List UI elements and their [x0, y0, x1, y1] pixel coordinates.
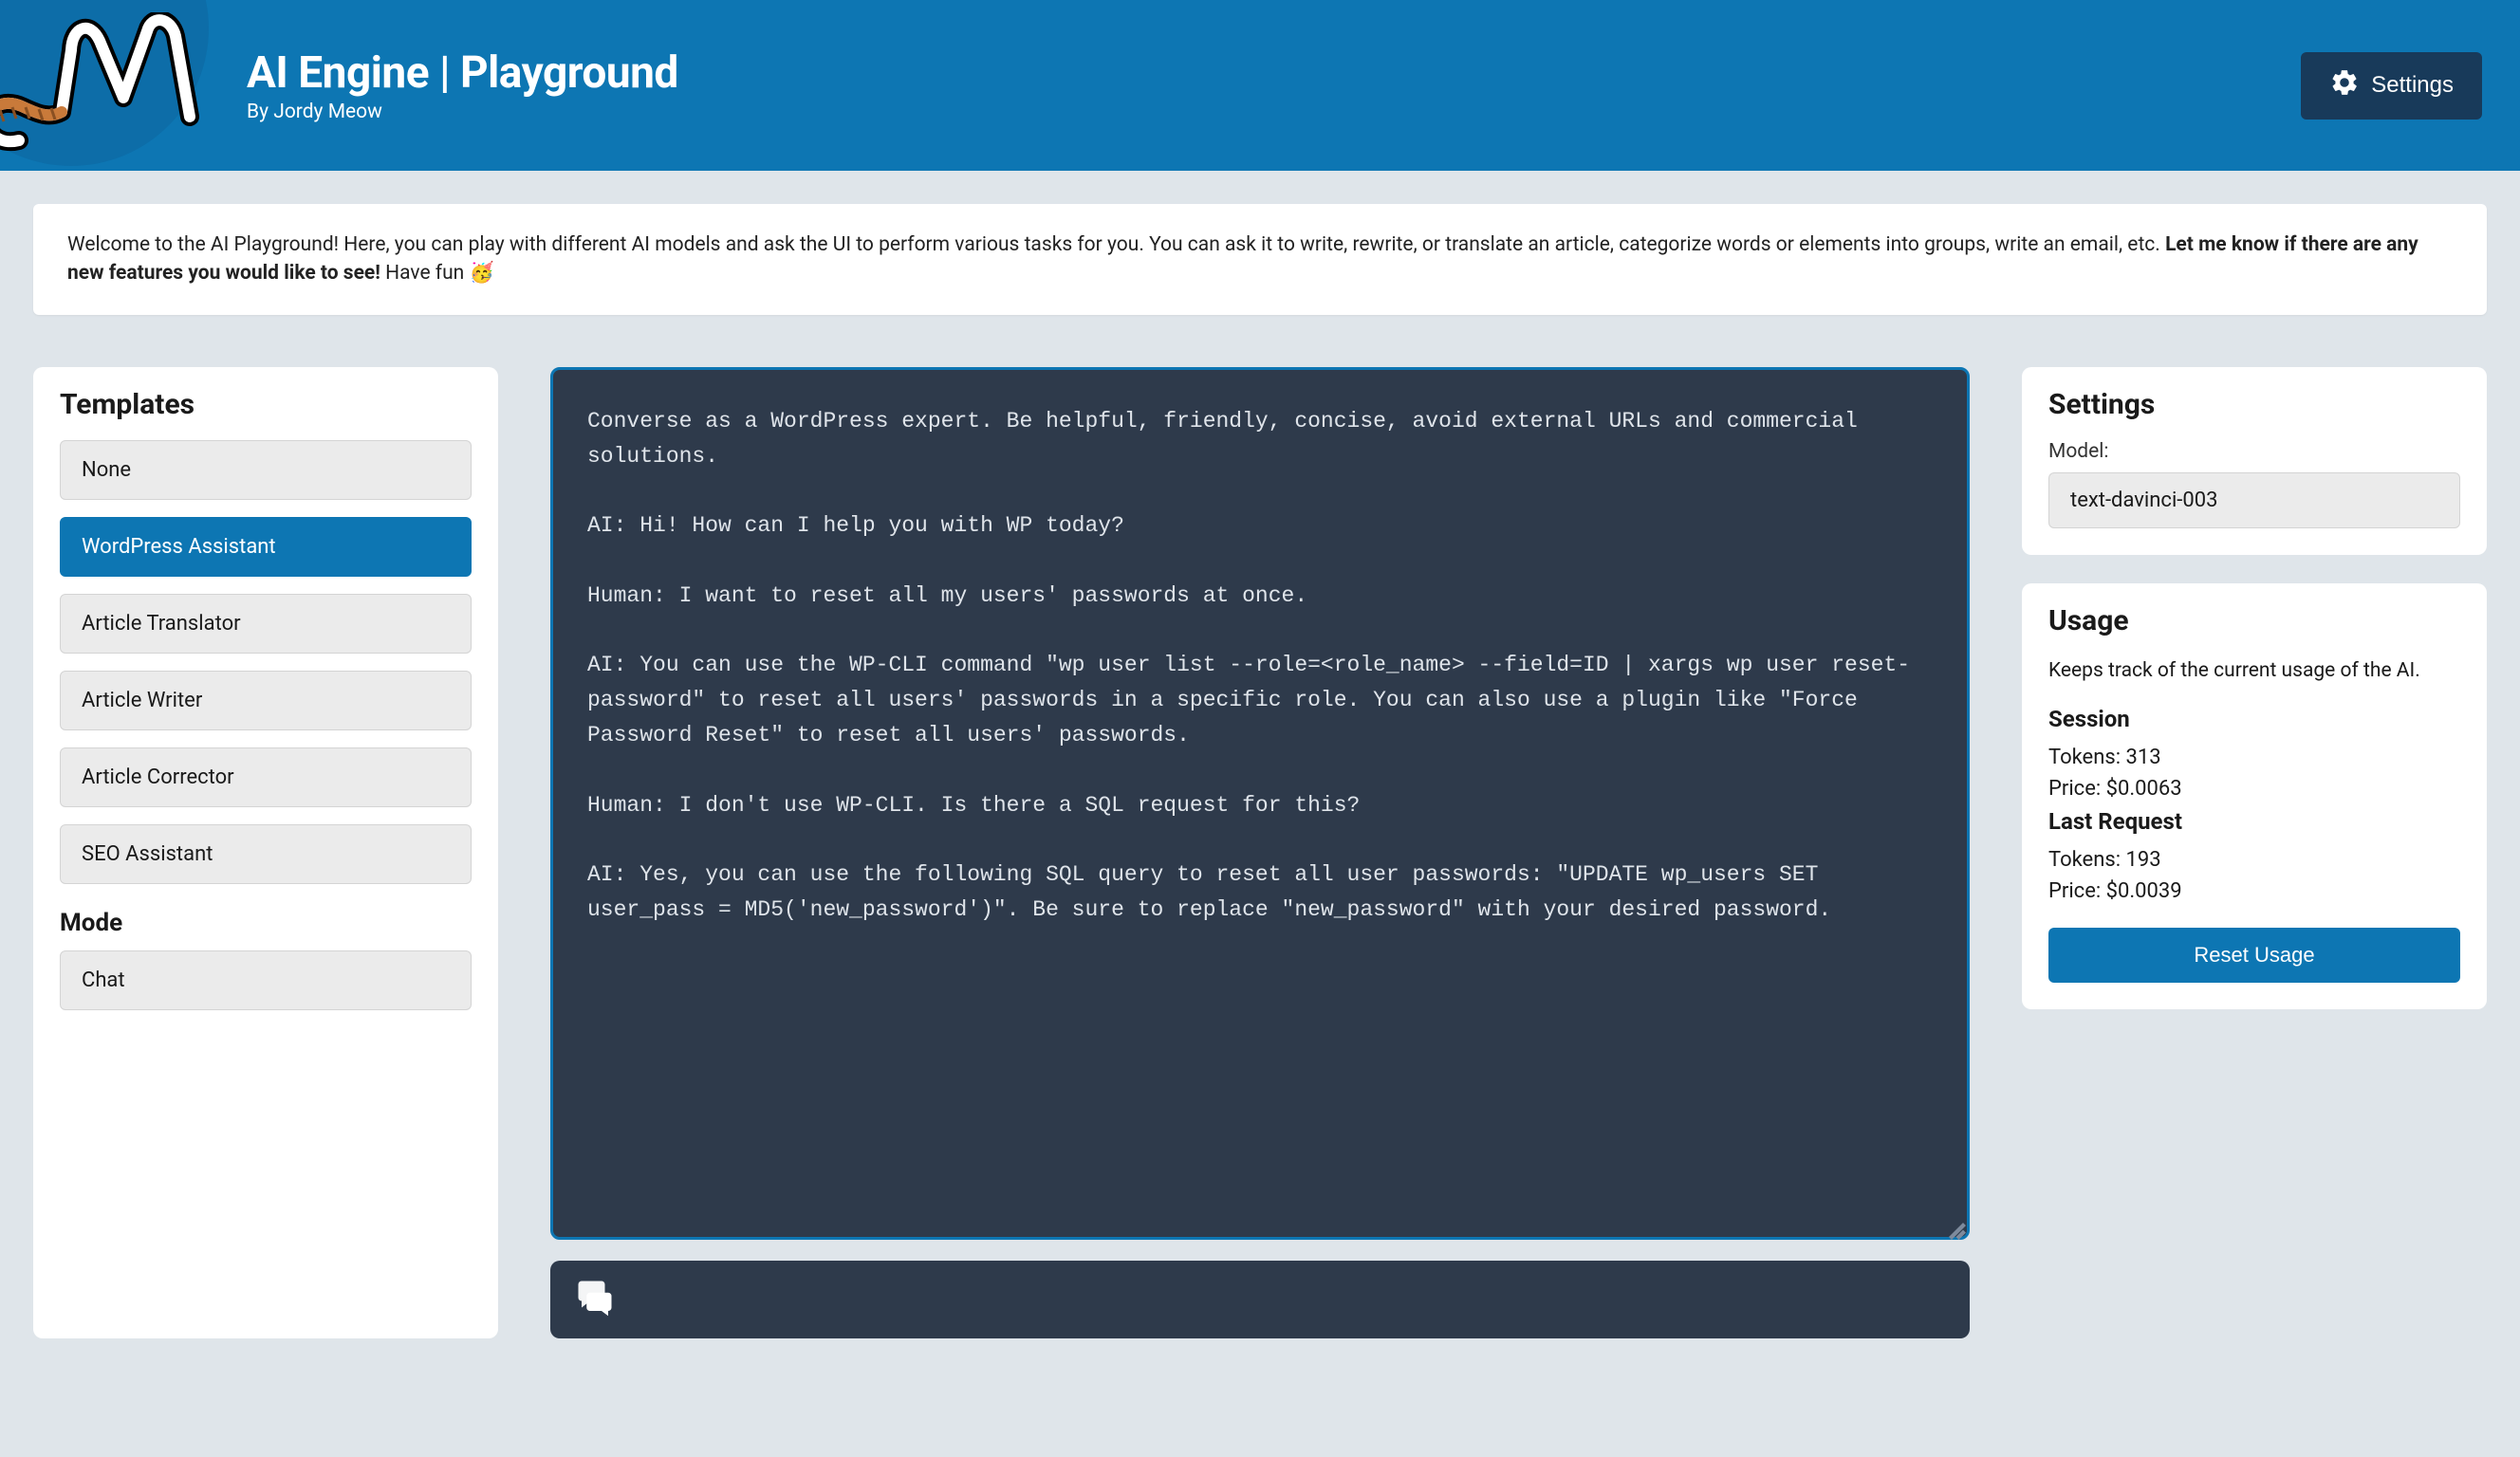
template-item[interactable]: WordPress Assistant — [60, 517, 472, 577]
settings-button[interactable]: Settings — [2301, 52, 2482, 120]
page-byline: By Jordy Meow — [247, 101, 2301, 123]
usage-panel: Usage Keeps track of the current usage o… — [2022, 583, 2487, 1009]
usage-session-tokens: Tokens: 313 — [2048, 746, 2460, 769]
template-item[interactable]: Article Corrector — [60, 747, 472, 807]
page-title: AI Engine | Playground — [247, 47, 2301, 99]
mode-item[interactable]: Chat — [60, 950, 472, 1010]
usage-description: Keeps track of the current usage of the … — [2048, 656, 2460, 685]
usage-last-price: Price: $0.0039 — [2048, 879, 2460, 903]
template-item[interactable]: SEO Assistant — [60, 824, 472, 884]
usage-heading: Usage — [2048, 604, 2460, 637]
chat-icon[interactable] — [575, 1278, 615, 1321]
template-item[interactable]: Article Translator — [60, 594, 472, 654]
template-item[interactable]: None — [60, 440, 472, 500]
logo-icon — [0, 12, 199, 158]
reset-usage-button[interactable]: Reset Usage — [2048, 928, 2460, 983]
mode-heading: Mode — [60, 909, 472, 937]
settings-panel: Settings Model: text-davinci-003 — [2022, 367, 2487, 555]
settings-button-label: Settings — [2371, 72, 2454, 99]
usage-session-heading: Session — [2048, 706, 2460, 732]
prompt-editor[interactable] — [550, 367, 1970, 1240]
gear-icon — [2329, 67, 2360, 104]
welcome-text-1: Welcome to the AI Playground! Here, you … — [67, 233, 2165, 256]
app-header: AI Engine | Playground By Jordy Meow Set… — [0, 0, 2520, 171]
templates-heading: Templates — [60, 388, 472, 421]
model-label: Model: — [2048, 440, 2460, 463]
templates-panel: Templates None WordPress Assistant Article… — [33, 367, 498, 1338]
usage-last-tokens: Tokens: 193 — [2048, 848, 2460, 872]
action-bar — [550, 1261, 1970, 1338]
playground-center — [550, 367, 1970, 1338]
template-item[interactable]: Article Writer — [60, 671, 472, 730]
settings-heading: Settings — [2048, 388, 2460, 421]
logo — [0, 0, 209, 166]
welcome-text-2: Have fun 🥳 — [380, 262, 494, 285]
welcome-banner: Welcome to the AI Playground! Here, you … — [33, 204, 2487, 315]
usage-session-price: Price: $0.0063 — [2048, 777, 2460, 801]
usage-last-heading: Last Request — [2048, 808, 2460, 835]
model-select[interactable]: text-davinci-003 — [2048, 472, 2460, 528]
